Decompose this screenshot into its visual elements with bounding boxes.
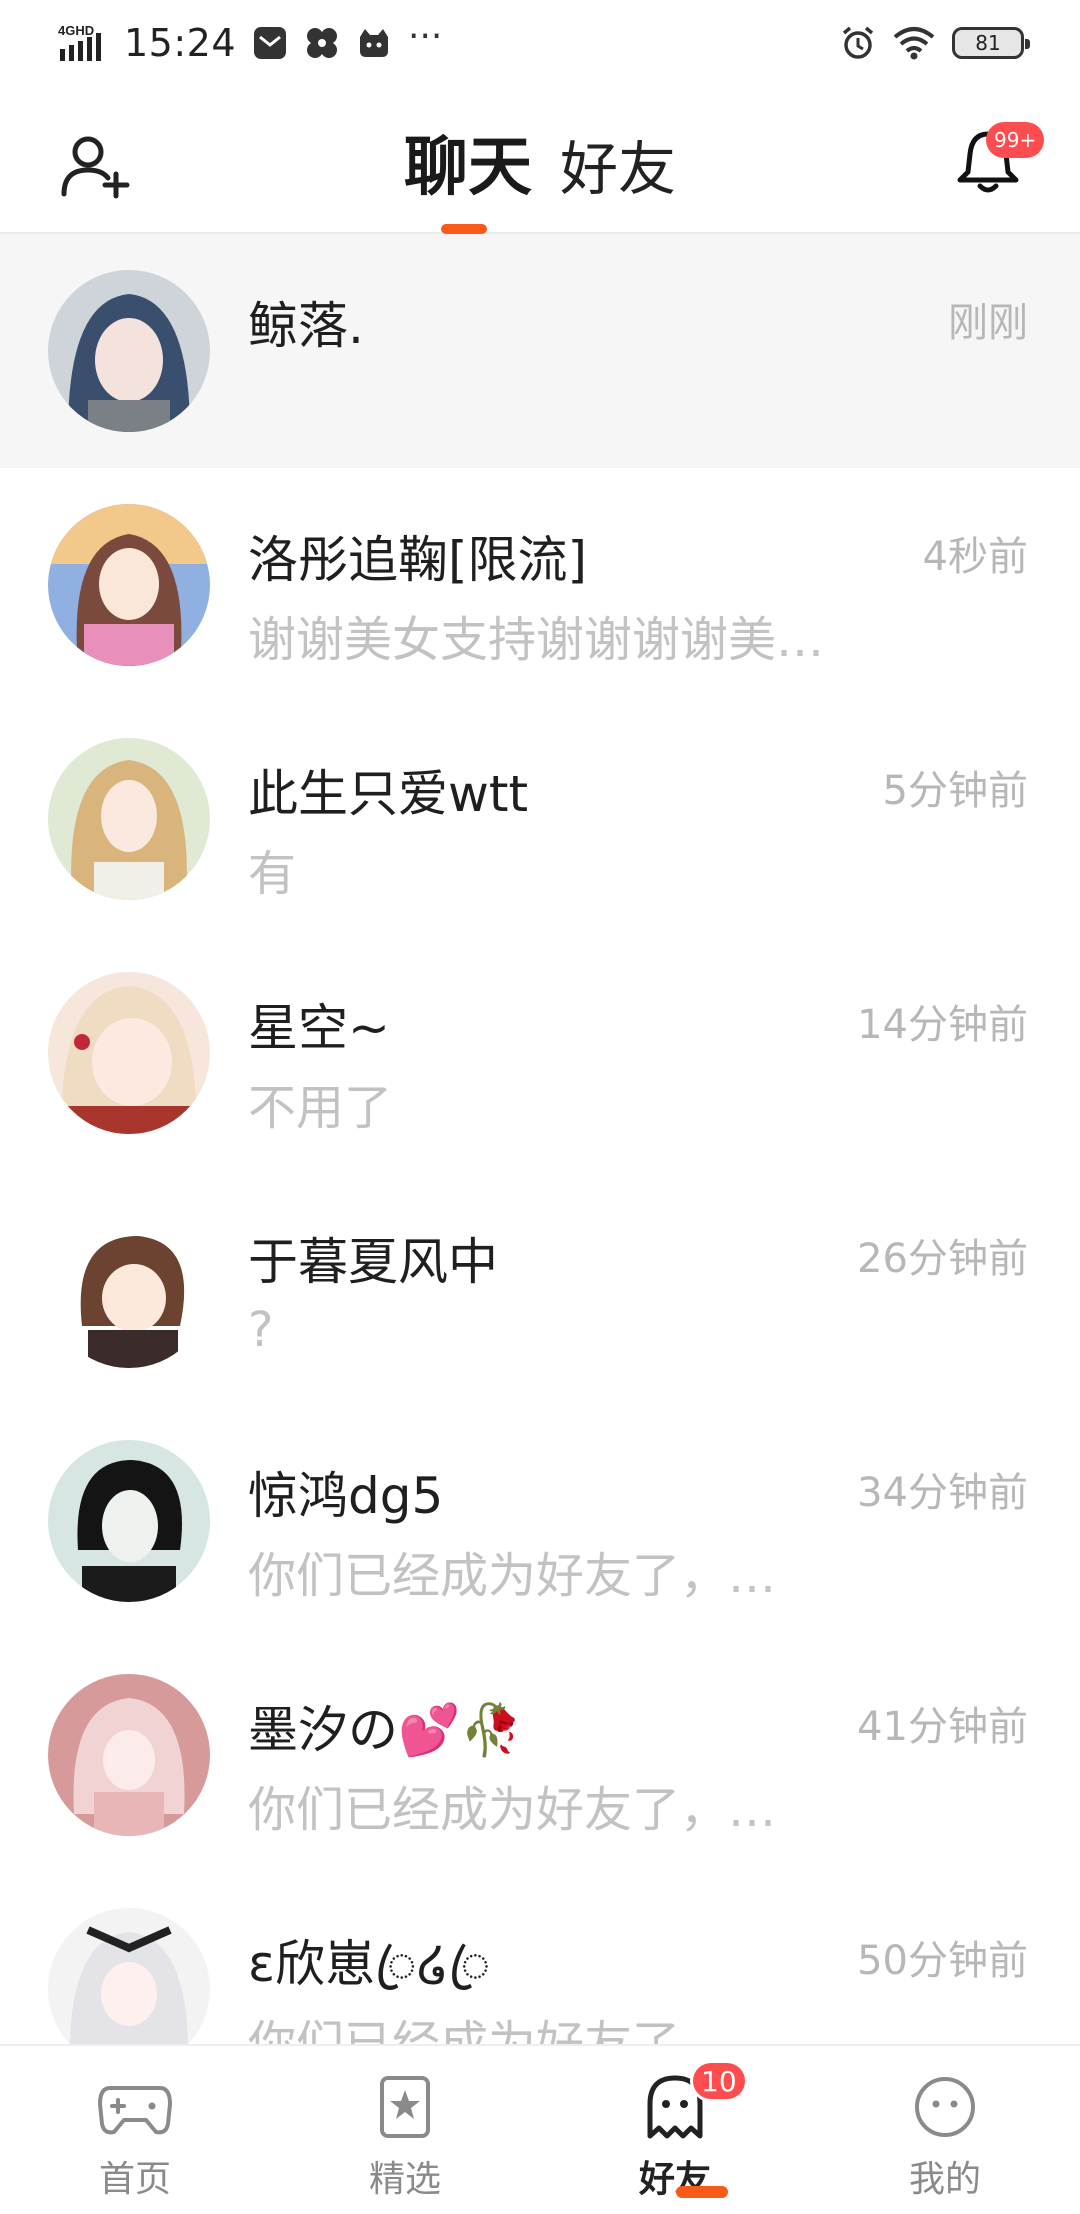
nav-friends[interactable]: 好友 10 — [540, 2046, 810, 2214]
notification-badge: 99+ — [986, 122, 1045, 158]
bottom-nav: 首页 精选 好友 10 我的 — [0, 2044, 1080, 2214]
status-bar-left: 4GHD 15:24 ··· — [58, 16, 443, 66]
status-bar: 4GHD 15:24 ··· 81 — [0, 0, 1080, 86]
message-preview: 不用了 — [248, 1080, 393, 1136]
avatar[interactable] — [48, 270, 210, 432]
message-time: 5分钟前 — [882, 768, 1028, 814]
message-preview: 你们已经成为好友了，… — [248, 1782, 777, 1838]
avatar[interactable] — [48, 1908, 210, 2044]
conversation-row[interactable]: 星空~ 14分钟前 不用了 — [0, 936, 1080, 1170]
avatar[interactable] — [48, 504, 210, 666]
nav-home[interactable]: 首页 — [0, 2046, 270, 2214]
message-preview: ? — [248, 1302, 274, 1358]
unread-badge: 10 — [690, 2060, 748, 2102]
avatar[interactable] — [48, 1440, 210, 1602]
friends-chat-screen: 4GHD 15:24 ··· 81 聊天 好友 99+ 鲸落. 刚刚 洛彤追鞠[… — [0, 0, 1080, 2214]
status-bar-right: 81 — [840, 25, 1030, 61]
contact-name: 鲸落. — [248, 297, 364, 355]
message-preview: 谢谢美女支持谢谢谢谢美… — [248, 612, 825, 668]
gamepad-icon — [98, 2086, 172, 2135]
top-tabs: 聊天 好友 — [0, 116, 1080, 208]
contact-name: 墨汐の💕🥀 — [248, 1701, 523, 1759]
conversation-row[interactable]: 此生只爱wtt 5分钟前 有 — [0, 702, 1080, 936]
tab-friends[interactable]: 好友 — [560, 122, 676, 206]
contact-name: 洛彤追鞠[限流] — [248, 531, 588, 589]
contact-name: 此生只爱wtt — [248, 765, 529, 823]
conversation-row[interactable]: 墨汐の💕🥀 41分钟前 你们已经成为好友了，… — [0, 1638, 1080, 1872]
nav-mine[interactable]: 我的 — [810, 2046, 1080, 2214]
avatar[interactable] — [48, 738, 210, 900]
conversation-list: 鲸落. 刚刚 洛彤追鞠[限流] 4秒前 谢谢美女支持谢谢谢谢美… 此生只爱wtt… — [0, 234, 1080, 2044]
network-type-label: 4GHD — [58, 23, 94, 38]
contact-name: 惊鸿dg5 — [248, 1467, 444, 1525]
message-time: 41分钟前 — [857, 1704, 1028, 1750]
conversation-row[interactable]: 于暮夏风中 26分钟前 ? — [0, 1170, 1080, 1404]
active-tab-indicator — [441, 224, 487, 234]
wifi-icon — [893, 27, 935, 60]
avatar[interactable] — [48, 972, 210, 1134]
avatar[interactable] — [48, 1206, 210, 1368]
nav-featured[interactable]: 精选 — [270, 2046, 540, 2214]
nav-label: 我的 — [908, 2159, 981, 2200]
avatar[interactable] — [48, 1674, 210, 1836]
message-preview: 有 — [248, 846, 297, 902]
alarm-icon — [842, 26, 874, 59]
nav-label: 首页 — [98, 2159, 171, 2200]
conversation-row[interactable]: 洛彤追鞠[限流] 4秒前 谢谢美女支持谢谢谢谢美… — [0, 468, 1080, 702]
signal-icon: 4GHD — [58, 23, 101, 61]
contact-name: 星空~ — [248, 999, 390, 1057]
message-time: 26分钟前 — [857, 1236, 1028, 1282]
battery-level: 81 — [975, 31, 1001, 55]
message-time: 刚刚 — [948, 300, 1028, 346]
fan-app-icon — [307, 28, 338, 58]
message-time: 14分钟前 — [857, 1002, 1028, 1048]
active-nav-indicator — [676, 2186, 728, 2198]
conversation-row[interactable]: ɛ欣崽ꦿ໒ꦿ 50分钟前 你们已经成为好友了，… — [0, 1872, 1080, 2044]
star-bookmark-icon — [380, 2076, 430, 2138]
nav-label: 精选 — [368, 2159, 441, 2200]
message-preview: 你们已经成为好友了，… — [248, 1548, 777, 1604]
message-preview: 你们已经成为好友了，… — [248, 2016, 777, 2044]
contact-name: 于暮夏风中 — [248, 1233, 498, 1291]
face-icon — [915, 2077, 975, 2137]
message-time: 4秒前 — [922, 534, 1028, 580]
more-notifications-icon: ··· — [408, 16, 443, 57]
battery-indicator: 81 — [952, 27, 1030, 59]
conversation-row[interactable]: 惊鸿dg5 34分钟前 你们已经成为好友了，… — [0, 1404, 1080, 1638]
message-time: 50分钟前 — [857, 1938, 1028, 1984]
tab-chat[interactable]: 聊天 — [404, 116, 532, 208]
status-time: 15:24 — [124, 21, 237, 65]
mail-notification-icon — [254, 27, 287, 59]
message-time: 34分钟前 — [857, 1470, 1028, 1516]
conversation-row[interactable]: 鲸落. 刚刚 — [0, 234, 1080, 468]
cat-app-icon — [360, 29, 389, 57]
header: 聊天 好友 99+ — [0, 86, 1080, 234]
